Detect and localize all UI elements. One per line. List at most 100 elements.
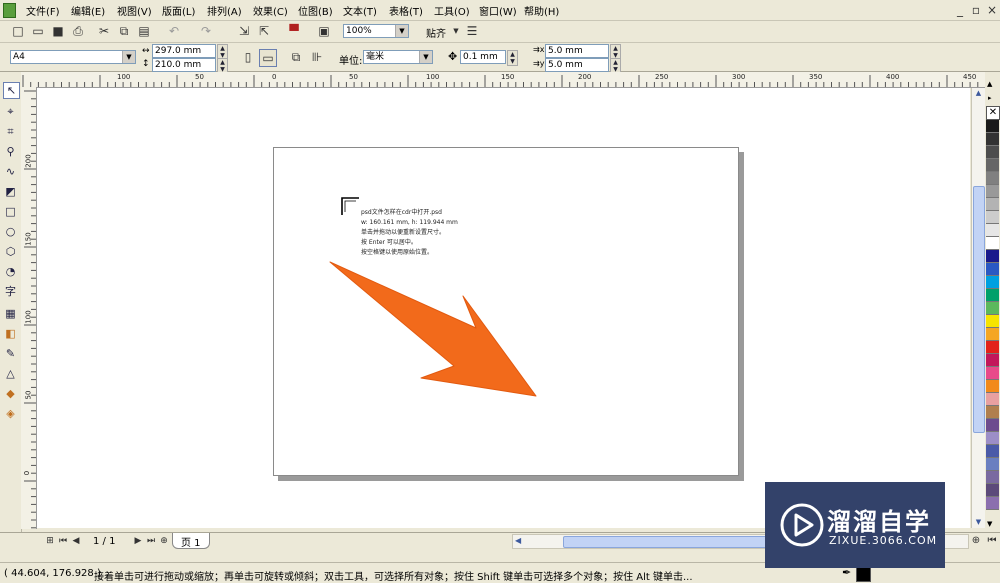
color-swatch[interactable] (986, 445, 999, 458)
zoom-view-icon[interactable]: ⊕ (968, 533, 984, 549)
scroll-up-icon[interactable]: ▲ (973, 89, 984, 100)
color-swatch[interactable] (986, 224, 999, 237)
add-page-icon[interactable]: ⊕ (156, 533, 172, 549)
no-color-swatch[interactable]: ✕ (986, 106, 1000, 120)
color-swatch[interactable] (986, 315, 999, 328)
eyedropper-tool-icon[interactable]: ✎ (3, 346, 18, 361)
welcome-screen-icon[interactable]: ▣ (316, 23, 332, 39)
scroll-left-icon[interactable]: ◀ (515, 536, 521, 545)
color-swatch[interactable] (986, 185, 999, 198)
drawing-page[interactable]: psd文件怎样在cdr中打开.psd w: 160.161 mm, h: 119… (273, 147, 739, 476)
paper-size-select[interactable]: A4 ▼ (10, 50, 136, 64)
menu-arrange[interactable]: 排列(A) (207, 3, 242, 18)
options-icon[interactable]: ☰ (464, 23, 480, 39)
snap-dropdown-icon[interactable]: ▼ (448, 23, 464, 39)
current-page-icon[interactable]: ⊪ (309, 49, 325, 65)
open-folder-icon[interactable]: ▭ (30, 23, 46, 39)
color-swatch[interactable] (986, 276, 999, 289)
landscape-icon[interactable]: ▭ (259, 49, 277, 67)
page-height-field[interactable]: 210.0 mm (152, 58, 216, 72)
menu-window[interactable]: 窗口(W) (479, 3, 517, 18)
menu-layout[interactable]: 版面(L) (162, 3, 195, 18)
nudge-distance-field[interactable]: 0.1 mm (460, 50, 506, 64)
hscroll-thumb[interactable] (563, 536, 775, 548)
duplicate-distance-y-field[interactable]: 5.0 mm (545, 58, 609, 72)
color-swatch[interactable] (986, 133, 999, 146)
polygon-tool-icon[interactable]: ⬡ (3, 244, 18, 259)
rectangle-tool-icon[interactable]: □ (3, 204, 18, 219)
table-tool-icon[interactable]: ▦ (3, 306, 18, 321)
color-swatch[interactable] (986, 419, 999, 432)
portrait-icon[interactable]: ▯ (240, 49, 256, 65)
fill-color-swatch[interactable] (856, 567, 871, 582)
palette-scroll-up-icon[interactable]: ▲ (987, 80, 992, 88)
color-swatch[interactable] (986, 328, 999, 341)
color-swatch[interactable] (986, 146, 999, 159)
palette-scroll-down-icon[interactable]: ▼ (987, 520, 992, 528)
menu-edit[interactable]: 编辑(E) (71, 3, 105, 18)
color-swatch[interactable] (986, 159, 999, 172)
navigator-icon[interactable]: ⏮ (984, 533, 1000, 549)
paste-icon[interactable]: ▤ (136, 23, 152, 39)
duplicate-distance-x-field[interactable]: 5.0 mm (545, 44, 609, 58)
palette-flyout-icon[interactable]: ▸ (988, 94, 992, 102)
vertical-scrollbar[interactable]: ▲ ▼ (971, 88, 985, 528)
zoom-tool-icon[interactable]: ⚲ (3, 144, 18, 159)
color-swatch[interactable] (986, 367, 999, 380)
all-pages-icon[interactable]: ⧉ (288, 49, 304, 65)
menu-table[interactable]: 表格(T) (389, 3, 423, 18)
color-swatch[interactable] (986, 302, 999, 315)
undo-icon[interactable]: ↶ (166, 23, 182, 39)
color-swatch[interactable] (986, 211, 999, 224)
crop-tool-icon[interactable]: ⌗ (3, 124, 18, 139)
menu-bitmaps[interactable]: 位图(B) (298, 3, 333, 18)
copy-icon[interactable]: ⧉ (116, 23, 132, 39)
smart-fill-tool-icon[interactable]: ◩ (3, 184, 18, 199)
window-close-icon[interactable]: × (984, 2, 1000, 18)
redo-icon[interactable]: ↷ (198, 23, 214, 39)
color-swatch[interactable] (986, 263, 999, 276)
menu-tools[interactable]: 工具(O) (434, 3, 470, 18)
color-swatch[interactable] (986, 341, 999, 354)
color-swatch[interactable] (986, 172, 999, 185)
interactive-blend-tool-icon[interactable]: ◧ (3, 326, 18, 341)
color-swatch[interactable] (986, 354, 999, 367)
color-swatch[interactable] (986, 458, 999, 471)
menu-text[interactable]: 文本(T) (343, 3, 377, 18)
snap-to-label[interactable]: 贴齐 (426, 25, 446, 40)
scroll-thumb[interactable] (973, 186, 985, 433)
scroll-down-icon[interactable]: ▼ (973, 518, 984, 528)
print-icon[interactable]: ⎙ (70, 23, 86, 39)
color-swatch[interactable] (986, 393, 999, 406)
page-width-field[interactable]: 297.0 mm (152, 44, 216, 58)
window-minimize-icon[interactable]: _ (952, 2, 968, 18)
cut-icon[interactable]: ✂ (96, 23, 112, 39)
menu-help[interactable]: 帮助(H) (524, 3, 559, 18)
color-swatch[interactable] (986, 198, 999, 211)
zoom-level-select[interactable]: 100% ▼ (343, 24, 409, 38)
color-swatch[interactable] (986, 120, 999, 133)
outline-tool-icon[interactable]: △ (3, 366, 18, 381)
color-swatch[interactable] (986, 406, 999, 419)
freehand-tool-icon[interactable]: ∿ (3, 164, 18, 179)
application-launcher-icon[interactable]: ▀ (286, 23, 302, 39)
horizontal-ruler[interactable]: 100 50 0 50 100 150 200 250 300 350 400 … (21, 72, 985, 88)
color-swatch[interactable] (986, 380, 999, 393)
color-swatch[interactable] (986, 432, 999, 445)
previous-page-icon[interactable]: ◀ (68, 533, 84, 549)
color-swatch[interactable] (986, 250, 999, 263)
color-swatch[interactable] (986, 471, 999, 484)
text-tool-icon[interactable]: 字 (3, 284, 18, 299)
units-select[interactable]: 毫米 ▼ (363, 50, 433, 64)
color-swatch[interactable] (986, 497, 999, 510)
basic-shapes-tool-icon[interactable]: ◔ (3, 264, 18, 279)
window-restore-icon[interactable]: ▫ (968, 2, 984, 18)
interactive-fill-tool-icon[interactable]: ◈ (3, 406, 18, 421)
nudge-stepper[interactable]: ▲ ▼ (507, 50, 518, 66)
ellipse-tool-icon[interactable]: ○ (3, 224, 18, 239)
color-swatch[interactable] (986, 484, 999, 497)
page-tab[interactable]: 页 1 (172, 533, 210, 549)
pick-tool-icon[interactable]: ↖ (3, 82, 20, 99)
shape-tool-icon[interactable]: ⌖ (3, 104, 18, 119)
fill-tool-icon[interactable]: ◆ (3, 386, 18, 401)
